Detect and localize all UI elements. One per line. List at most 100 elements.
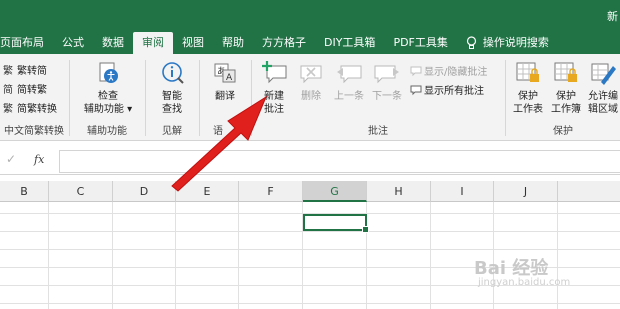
lightbulb-icon — [466, 36, 476, 49]
selected-cell[interactable] — [303, 214, 369, 233]
previous-comment-label: 上一条 — [334, 91, 364, 102]
translate-icon: あ A — [214, 63, 236, 83]
group-label-language: 语 — [213, 126, 223, 137]
window-title: 新 — [607, 10, 618, 23]
simp-trad-convert-label: 简繁转换 — [17, 104, 57, 115]
protect-sheet-line2: 工作表 — [513, 104, 543, 115]
tab-help[interactable]: 帮助 — [213, 32, 253, 54]
enter-check-icon[interactable]: ✓ — [6, 152, 16, 166]
column-header-h[interactable]: H — [367, 181, 431, 202]
column-header-i[interactable]: I — [431, 181, 494, 202]
tab-review[interactable]: 审阅 — [133, 32, 173, 56]
group-label-chinese: 中文简繁转换 — [4, 126, 64, 137]
check-accessibility-line1: 检查 — [98, 91, 118, 102]
new-comment-line2: 批注 — [264, 104, 284, 115]
allow-edit-ranges-line1: 允许编 — [588, 91, 618, 102]
allow-edit-ranges-button[interactable]: 允许编 辑区域 — [586, 60, 620, 116]
ribbon-review: 繁繁转简 简简转繁 繁简繁转换 中文简繁转换 检查 辅助功能 ▾ 辅助功能 智能… — [0, 54, 620, 141]
grid-col-line — [557, 202, 558, 309]
simp-trad-convert-button[interactable]: 繁简繁转换 — [3, 100, 57, 116]
group-label-protect: 保护 — [553, 126, 573, 137]
fill-handle[interactable] — [362, 226, 369, 233]
grid-col-line — [48, 202, 49, 309]
grid-col-line — [430, 202, 431, 309]
tab-view[interactable]: 视图 — [173, 32, 213, 54]
protect-sheet-line1: 保护 — [518, 91, 538, 102]
column-header-f[interactable]: F — [239, 181, 303, 202]
new-comment-line1: 新建 — [264, 91, 284, 102]
simp-to-trad-button[interactable]: 简简转繁 — [3, 81, 47, 97]
grid-col-line — [238, 202, 239, 309]
protect-sheet-button[interactable]: 保护 工作表 — [510, 60, 546, 116]
tab-pdf-tools[interactable]: PDF工具集 — [384, 32, 456, 54]
column-header-d[interactable]: D — [113, 181, 176, 202]
smart-lookup-button[interactable]: 智能 查找 — [154, 60, 190, 116]
title-tab-bar: 新 页面布局 公式 数据 审阅 视图 帮助 方方格子 DIY工具箱 PDF工具集… — [0, 0, 620, 58]
svg-text:繁: 繁 — [3, 64, 13, 76]
simp-to-trad-label: 简转繁 — [17, 85, 47, 96]
tab-formulas[interactable]: 公式 — [53, 32, 93, 54]
show-hide-comment-label: 显示/隐藏批注 — [424, 67, 488, 78]
protect-workbook-icon — [554, 62, 577, 82]
svg-text:繁: 繁 — [3, 102, 13, 114]
column-header-k[interactable] — [558, 181, 620, 202]
column-header-b[interactable]: B — [0, 181, 49, 202]
group-label-accessibility: 辅助功能 — [87, 126, 127, 137]
check-accessibility-line2: 辅助功能 ▾ — [83, 104, 133, 115]
trad-to-simp-label: 繁转简 — [17, 66, 47, 77]
group-language: あ A 翻译 语 — [200, 54, 250, 140]
translate-label: 翻译 — [215, 91, 235, 102]
column-header-g[interactable]: G — [303, 181, 367, 202]
show-all-comments-label: 显示所有批注 — [424, 86, 484, 97]
ribbon-tabs: 页面布局 公式 数据 审阅 视图 帮助 方方格子 DIY工具箱 PDF工具集 操… — [0, 32, 558, 56]
show-hide-comment-icon — [410, 66, 422, 76]
protect-workbook-button[interactable]: 保护 工作簿 — [548, 60, 584, 116]
group-insights: 智能 查找 见解 — [146, 54, 198, 140]
trad-to-simp-button[interactable]: 繁繁转简 — [3, 62, 47, 78]
column-header-e[interactable]: E — [176, 181, 239, 202]
tab-page-layout[interactable]: 页面布局 — [0, 32, 53, 54]
translate-button[interactable]: あ A 翻译 — [206, 60, 244, 103]
check-accessibility-button[interactable]: 检查 辅助功能 ▾ — [80, 60, 136, 116]
previous-comment-icon — [337, 65, 362, 84]
show-all-comments-icon — [410, 85, 422, 95]
show-hide-comment-button[interactable]: 显示/隐藏批注 — [410, 63, 487, 78]
tell-me-search[interactable]: 操作说明搜索 — [457, 32, 558, 54]
group-comments: 新建 批注 删除 上一条 下一条 显示/隐藏批注 显示所有批注 批注 — [252, 54, 504, 140]
column-header-j[interactable]: J — [494, 181, 558, 202]
allow-edit-ranges-icon — [591, 63, 616, 85]
simp-trad-icon: 简 — [3, 83, 13, 95]
protect-workbook-line1: 保护 — [556, 91, 576, 102]
grid-row-line — [0, 303, 620, 304]
next-comment-label: 下一条 — [372, 91, 402, 102]
group-chinese-convert: 繁繁转简 简简转繁 繁简繁转换 中文简繁转换 — [0, 54, 68, 140]
formula-bar: ✓ fx — [0, 148, 620, 175]
svg-text:A: A — [226, 73, 233, 83]
tab-fangfang[interactable]: 方方格子 — [253, 32, 315, 54]
grid-col-line — [175, 202, 176, 309]
next-comment-button[interactable]: 下一条 — [368, 60, 406, 103]
protect-workbook-line2: 工作簿 — [551, 104, 581, 115]
group-protect: 保护 工作表 保护 工作簿 允许编 辑区域 保护 — [506, 54, 620, 140]
next-comment-icon — [374, 65, 399, 84]
svg-text:简: 简 — [3, 83, 13, 95]
convert-icon: 繁 — [3, 102, 13, 114]
column-header-c[interactable]: C — [49, 181, 113, 202]
trad-simp-icon: 繁 — [3, 64, 13, 76]
group-accessibility: 检查 辅助功能 ▾ 辅助功能 — [70, 54, 144, 140]
delete-comment-label: 删除 — [301, 91, 321, 102]
grid-row-line — [0, 231, 620, 232]
accessibility-icon — [99, 62, 118, 83]
insert-function-icon[interactable]: fx — [34, 153, 44, 166]
group-label-insights: 见解 — [162, 126, 182, 137]
show-all-comments-button[interactable]: 显示所有批注 — [410, 82, 484, 97]
grid-row-line — [0, 249, 620, 250]
new-comment-button[interactable]: 新建 批注 — [256, 60, 292, 116]
smart-lookup-line2: 查找 — [162, 104, 182, 115]
tab-data[interactable]: 数据 — [93, 32, 133, 54]
previous-comment-button[interactable]: 上一条 — [330, 60, 368, 103]
tab-diy-toolbox[interactable]: DIY工具箱 — [315, 32, 384, 54]
delete-comment-button[interactable]: 删除 — [294, 60, 328, 103]
group-label-comments: 批注 — [368, 126, 388, 137]
formula-input[interactable] — [59, 150, 620, 173]
